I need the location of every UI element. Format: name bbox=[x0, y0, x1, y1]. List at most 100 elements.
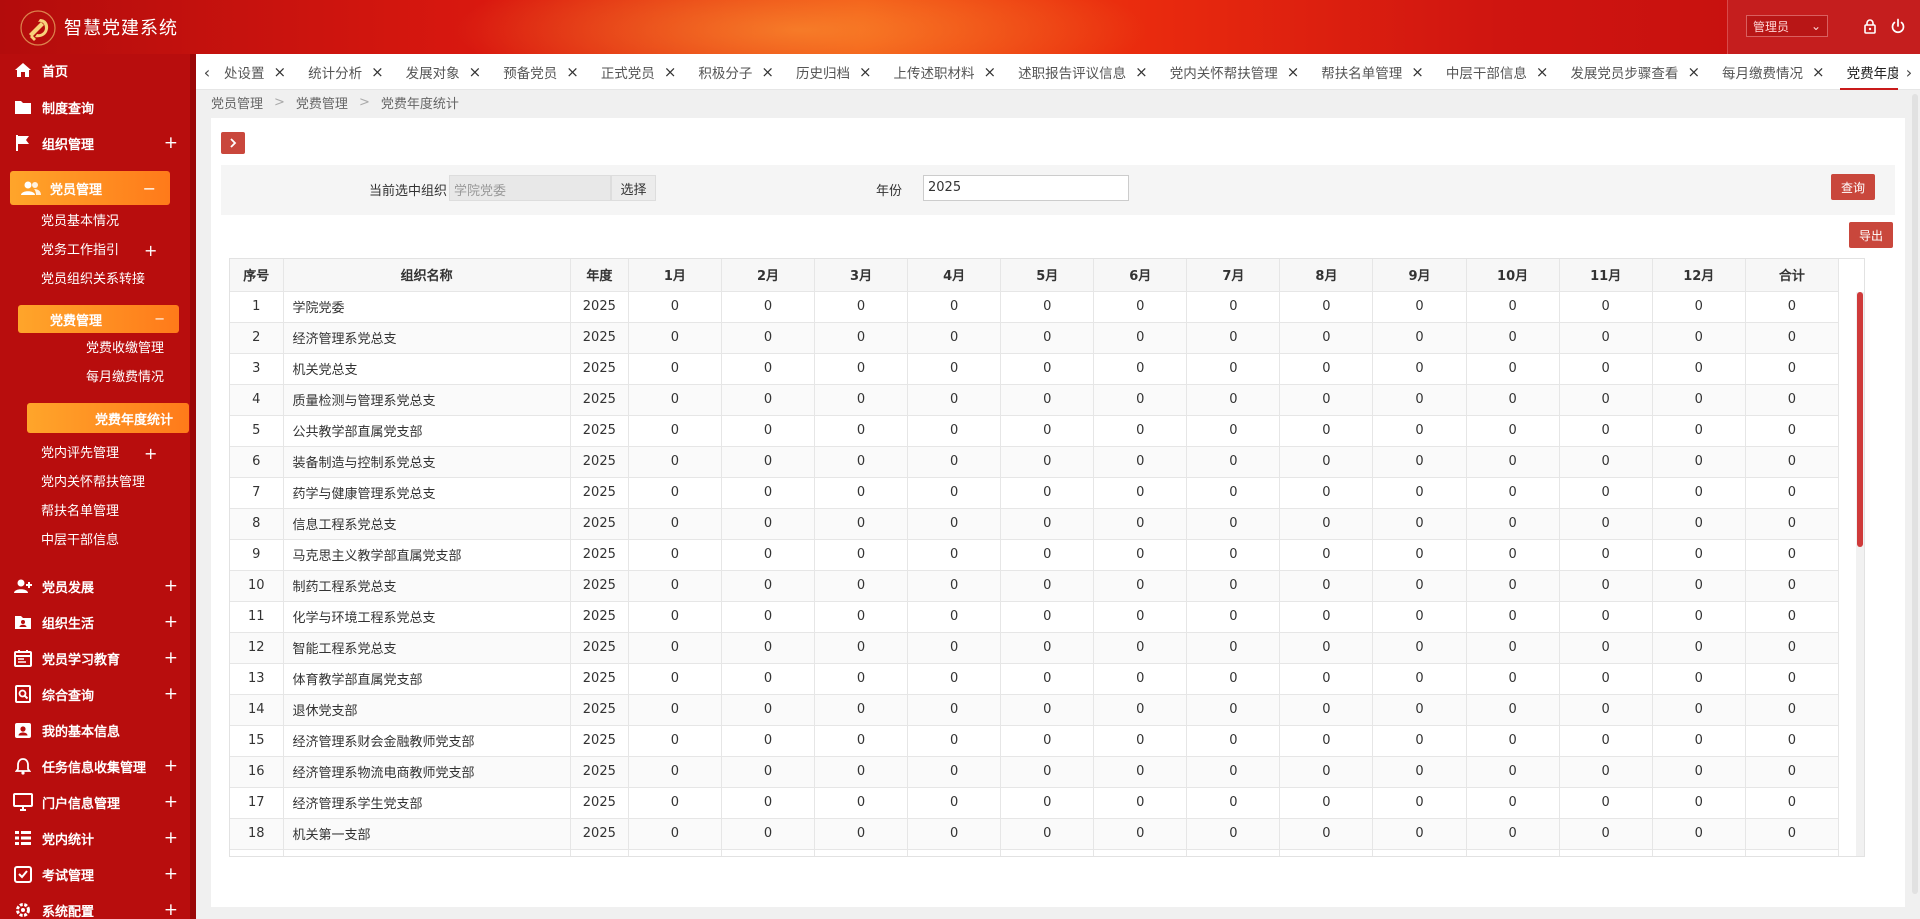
page-scrollbar[interactable] bbox=[1910, 90, 1920, 919]
sidebar-item-member-management[interactable]: 党员管理 − bbox=[10, 171, 170, 205]
sidebar-sub-transfer[interactable]: 党员组织关系转接 bbox=[41, 269, 145, 291]
table-row[interactable]: 11 化学与环境工程系党总支 2025 0 0 0 0 0 0 0 0 0 0 0 0 0 bbox=[230, 601, 1840, 633]
close-icon[interactable]: × bbox=[371, 63, 384, 81]
table-row[interactable]: 3 机关党总支 2025 0 0 0 0 0 0 0 0 0 0 0 0 0 bbox=[230, 353, 1840, 385]
user-role-select[interactable]: 管理员 ⌄ bbox=[1746, 15, 1828, 37]
sidebar-sub-fee-monthly[interactable]: 每月缴费情况 bbox=[86, 367, 164, 389]
tab-dept-settings[interactable]: 处设置 × bbox=[218, 54, 297, 90]
table-row[interactable]: 6 装备制造与控制系党总支 2025 0 0 0 0 0 0 0 0 0 0 0 0 0 bbox=[230, 446, 1840, 478]
sidebar-sub-fee-collect[interactable]: 党费收缴管理 bbox=[86, 338, 164, 360]
sidebar-item-system-config[interactable]: 系统配置 + bbox=[0, 895, 190, 919]
table-row[interactable]: 9 马克思主义教学部直属党支部 2025 0 0 0 0 0 0 0 0 0 0 0 0 0 bbox=[230, 539, 1840, 571]
tab-statistics[interactable]: 统计分析 × bbox=[297, 54, 395, 90]
tabs-scroll-right-icon[interactable]: › bbox=[1898, 54, 1920, 90]
close-icon[interactable]: × bbox=[274, 63, 287, 81]
collapse-toggle[interactable]: − bbox=[143, 179, 156, 198]
tabs-scroll-left-icon[interactable]: ‹ bbox=[196, 54, 218, 90]
table-row[interactable]: 5 公共教学部直属党支部 2025 0 0 0 0 0 0 0 0 0 0 0 0 0 bbox=[230, 415, 1840, 447]
tab-monthly-payment[interactable]: 每月缴费情况 × bbox=[1711, 54, 1836, 90]
breadcrumb-item[interactable]: 党员管理 bbox=[211, 93, 263, 112]
table-row[interactable]: 13 体育教学部直属党支部 2025 0 0 0 0 0 0 0 0 0 0 0 0 0 bbox=[230, 663, 1840, 695]
tab-upload-report[interactable]: 上传述职材料 × bbox=[883, 54, 1008, 90]
toggle-search-button[interactable] bbox=[221, 132, 245, 154]
table-row[interactable]: 18 机关第一支部 2025 0 0 0 0 0 0 0 0 0 0 0 0 0 bbox=[230, 818, 1840, 850]
sidebar-item-policy[interactable]: 制度查询 bbox=[0, 92, 190, 122]
sidebar-sub-care[interactable]: 党内关怀帮扶管理 bbox=[41, 472, 145, 494]
table-row[interactable]: 1 学院党委 2025 0 0 0 0 0 0 0 0 0 0 0 0 0 bbox=[230, 291, 1840, 323]
expand-toggle[interactable]: + bbox=[164, 792, 178, 812]
sidebar-sub-work-guide[interactable]: 党务工作指引 + bbox=[41, 240, 157, 262]
expand-toggle[interactable]: + bbox=[164, 684, 178, 704]
table-row[interactable]: 17 经济管理系学生党支部 2025 0 0 0 0 0 0 0 0 0 0 0 0 0 bbox=[230, 787, 1840, 819]
tab-full-member[interactable]: 正式党员 × bbox=[590, 54, 688, 90]
expand-toggle[interactable]: + bbox=[164, 828, 178, 848]
sidebar-item-org-life[interactable]: 组织生活 + bbox=[0, 607, 190, 637]
close-icon[interactable]: × bbox=[761, 63, 774, 81]
expand-toggle[interactable]: + bbox=[164, 133, 178, 153]
tab-probationary-member[interactable]: 预备党员 × bbox=[492, 54, 590, 90]
sidebar-item-party-stats[interactable]: 党内统计 + bbox=[0, 823, 190, 853]
sidebar-item-study-education[interactable]: 党员学习教育 + bbox=[0, 643, 190, 673]
table-row[interactable]: 12 智能工程系党总支 2025 0 0 0 0 0 0 0 0 0 0 0 0 0 bbox=[230, 632, 1840, 664]
org-input[interactable]: 学院党委 bbox=[449, 175, 611, 201]
expand-toggle[interactable]: + bbox=[164, 900, 178, 919]
sidebar-item-portal[interactable]: 门户信息管理 + bbox=[0, 787, 190, 817]
table-row[interactable]: 10 制药工程系党总支 2025 0 0 0 0 0 0 0 0 0 0 0 0 0 bbox=[230, 570, 1840, 602]
sidebar-item-organization[interactable]: 组织管理 + bbox=[0, 128, 190, 158]
table-row[interactable]: 19机关第二支部20250000000000000 bbox=[230, 849, 1840, 856]
sidebar-sub-fee-annual[interactable]: 党费年度统计 bbox=[27, 403, 189, 433]
tab-cadre-info[interactable]: 中层干部信息 × bbox=[1435, 54, 1560, 90]
export-button[interactable]: 导出 bbox=[1849, 222, 1893, 248]
sidebar-item-comprehensive-query[interactable]: 综合查询 + bbox=[0, 679, 190, 709]
expand-toggle[interactable]: + bbox=[164, 648, 178, 668]
expand-toggle[interactable]: + bbox=[144, 240, 157, 262]
sidebar-item-task-collection[interactable]: 任务信息收集管理 + bbox=[0, 751, 190, 781]
tab-activist[interactable]: 积极分子 × bbox=[687, 54, 785, 90]
sidebar-sub-fee-management[interactable]: 党费管理 − bbox=[18, 305, 179, 333]
expand-toggle[interactable]: + bbox=[164, 756, 178, 776]
close-icon[interactable]: × bbox=[1287, 63, 1300, 81]
close-icon[interactable]: × bbox=[1687, 63, 1700, 81]
close-icon[interactable]: × bbox=[1812, 63, 1825, 81]
tab-annual-fee-stats[interactable]: 党费年度统计× bbox=[1836, 54, 1898, 90]
tab-care-management[interactable]: 党内关怀帮扶管理 × bbox=[1159, 54, 1311, 90]
breadcrumb-item[interactable]: 党费管理 bbox=[296, 93, 348, 112]
collapse-toggle[interactable]: − bbox=[154, 312, 165, 327]
sidebar-item-exam[interactable]: 考试管理 + bbox=[0, 859, 190, 889]
table-row[interactable]: 2 经济管理系党总支 2025 0 0 0 0 0 0 0 0 0 0 0 0 0 bbox=[230, 322, 1840, 354]
expand-toggle[interactable]: + bbox=[164, 864, 178, 884]
sidebar-sub-evaluation[interactable]: 党内评先管理 + bbox=[41, 443, 157, 465]
choose-org-button[interactable]: 选择 bbox=[611, 175, 656, 201]
query-button[interactable]: 查询 bbox=[1831, 174, 1875, 200]
table-row[interactable]: 15 经济管理系财会金融教师党支部 2025 0 0 0 0 0 0 0 0 0 0 0 0 0 bbox=[230, 725, 1840, 757]
sidebar-sub-member-basic[interactable]: 党员基本情况 bbox=[41, 211, 119, 233]
sidebar-sub-help-list[interactable]: 帮扶名单管理 bbox=[41, 501, 119, 523]
table-row[interactable]: 7 药学与健康管理系党总支 2025 0 0 0 0 0 0 0 0 0 0 0 0 0 bbox=[230, 477, 1840, 509]
tab-history-archive[interactable]: 历史归档 × bbox=[785, 54, 883, 90]
tab-development-steps[interactable]: 发展党员步骤查看 × bbox=[1559, 54, 1711, 90]
sidebar-item-home[interactable]: 首页 bbox=[0, 55, 190, 85]
expand-toggle[interactable]: + bbox=[164, 576, 178, 596]
expand-toggle[interactable]: + bbox=[144, 443, 157, 465]
close-icon[interactable]: × bbox=[1411, 63, 1424, 81]
table-row[interactable]: 16 经济管理系物流电商教师党支部 2025 0 0 0 0 0 0 0 0 0 0 0 0 0 bbox=[230, 756, 1840, 788]
page-scrollbar-thumb[interactable] bbox=[1912, 94, 1918, 894]
expand-toggle[interactable]: + bbox=[164, 612, 178, 632]
sidebar-item-member-development[interactable]: 党员发展 + bbox=[0, 571, 190, 601]
close-icon[interactable]: × bbox=[1536, 63, 1549, 81]
power-icon[interactable] bbox=[1890, 18, 1906, 34]
table-scrollbar[interactable] bbox=[1856, 292, 1864, 856]
table-row[interactable]: 14 退休党支部 2025 0 0 0 0 0 0 0 0 0 0 0 0 0 bbox=[230, 694, 1840, 726]
tab-report-review[interactable]: 述职报告评议信息 × bbox=[1007, 54, 1159, 90]
table-row[interactable]: 4 质量检测与管理系党总支 2025 0 0 0 0 0 0 0 0 0 0 0 0 0 bbox=[230, 384, 1840, 416]
close-icon[interactable]: × bbox=[469, 63, 482, 81]
year-input[interactable]: 2025 bbox=[923, 175, 1129, 201]
table-scrollbar-thumb[interactable] bbox=[1857, 292, 1863, 547]
close-icon[interactable]: × bbox=[566, 63, 579, 81]
lock-icon[interactable] bbox=[1862, 18, 1878, 34]
close-icon[interactable]: × bbox=[984, 63, 997, 81]
tab-development-target[interactable]: 发展对象 × bbox=[395, 54, 493, 90]
sidebar-sub-cadre[interactable]: 中层干部信息 bbox=[41, 530, 119, 552]
close-icon[interactable]: × bbox=[1135, 63, 1148, 81]
close-icon[interactable]: × bbox=[664, 63, 677, 81]
